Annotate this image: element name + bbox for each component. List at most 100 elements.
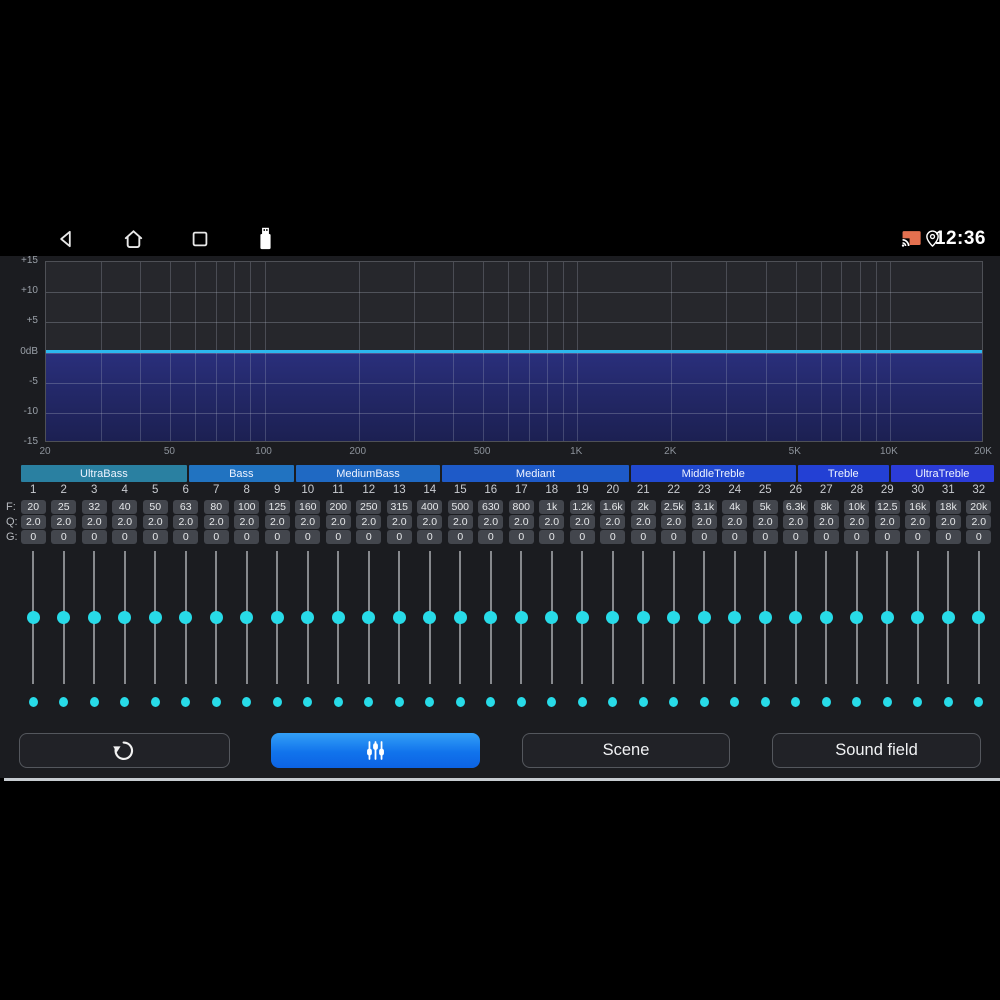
slider-knob[interactable]: [758, 611, 772, 624]
slider-knob[interactable]: [514, 611, 528, 624]
band-gain-slider[interactable]: [628, 551, 659, 684]
band-gain-slider[interactable]: [262, 551, 293, 684]
band-q-value[interactable]: 2.0: [905, 515, 931, 529]
band-select-dot[interactable]: [120, 697, 130, 707]
band-q-value[interactable]: 2.0: [447, 515, 473, 529]
band-q-value[interactable]: 2.0: [874, 515, 900, 529]
eq-response-graph[interactable]: [45, 261, 983, 442]
band-gain-slider[interactable]: [110, 551, 141, 684]
band-q-value[interactable]: 2.0: [661, 515, 687, 529]
slider-knob[interactable]: [57, 611, 71, 624]
back-button[interactable]: [54, 227, 78, 251]
band-gain-slider[interactable]: [567, 551, 598, 684]
band-gain-value[interactable]: 0: [661, 530, 687, 544]
band-select-dot[interactable]: [425, 697, 435, 707]
band-frequency-value[interactable]: 50: [142, 500, 168, 514]
band-select-dot[interactable]: [547, 697, 557, 707]
band-frequency-value[interactable]: 25: [51, 500, 77, 514]
band-gain-slider[interactable]: [232, 551, 263, 684]
band-frequency-value[interactable]: 20k: [966, 500, 992, 514]
band-q-value[interactable]: 2.0: [478, 515, 504, 529]
slider-knob[interactable]: [209, 611, 223, 624]
band-q-value[interactable]: 2.0: [966, 515, 992, 529]
band-frequency-value[interactable]: 32: [81, 500, 107, 514]
band-gain-value[interactable]: 0: [20, 530, 46, 544]
band-gain-value[interactable]: 0: [325, 530, 351, 544]
band-q-value[interactable]: 2.0: [386, 515, 412, 529]
band-gain-slider[interactable]: [750, 551, 781, 684]
band-gain-value[interactable]: 0: [173, 530, 199, 544]
band-gain-value[interactable]: 0: [234, 530, 260, 544]
band-gain-value[interactable]: 0: [966, 530, 992, 544]
band-select-dot[interactable]: [150, 697, 160, 707]
band-gain-slider[interactable]: [781, 551, 812, 684]
band-select-dot[interactable]: [608, 697, 618, 707]
band-select-dot[interactable]: [791, 697, 801, 707]
slider-knob[interactable]: [270, 611, 284, 624]
band-frequency-value[interactable]: 4k: [722, 500, 748, 514]
slider-knob[interactable]: [972, 611, 986, 624]
slider-knob[interactable]: [301, 611, 315, 624]
band-frequency-value[interactable]: 10k: [844, 500, 870, 514]
slider-knob[interactable]: [118, 611, 132, 624]
band-select-dot[interactable]: [699, 697, 709, 707]
band-frequency-value[interactable]: 16k: [905, 500, 931, 514]
band-q-value[interactable]: 2.0: [783, 515, 809, 529]
slider-knob[interactable]: [941, 611, 955, 624]
band-group-bass[interactable]: Bass: [188, 465, 294, 482]
band-gain-slider[interactable]: [171, 551, 202, 684]
band-gain-slider[interactable]: [506, 551, 537, 684]
band-gain-value[interactable]: 0: [539, 530, 565, 544]
band-group-middletreble[interactable]: MiddleTreble: [630, 465, 796, 482]
band-frequency-value[interactable]: 1k: [539, 500, 565, 514]
band-gain-slider[interactable]: [476, 551, 507, 684]
band-select-dot[interactable]: [272, 697, 282, 707]
band-group-ultratreble[interactable]: UltraTreble: [890, 465, 994, 482]
band-gain-value[interactable]: 0: [203, 530, 229, 544]
slider-knob[interactable]: [453, 611, 467, 624]
band-select-dot[interactable]: [181, 697, 191, 707]
slider-knob[interactable]: [26, 611, 40, 624]
slider-knob[interactable]: [911, 611, 925, 624]
band-gain-value[interactable]: 0: [417, 530, 443, 544]
band-select-dot[interactable]: [59, 697, 69, 707]
band-q-value[interactable]: 2.0: [20, 515, 46, 529]
slider-knob[interactable]: [484, 611, 498, 624]
band-select-dot[interactable]: [638, 697, 648, 707]
band-gain-value[interactable]: 0: [51, 530, 77, 544]
band-select-dot[interactable]: [242, 697, 252, 707]
band-frequency-value[interactable]: 3.1k: [691, 500, 717, 514]
band-q-value[interactable]: 2.0: [508, 515, 534, 529]
recents-button[interactable]: [188, 227, 212, 251]
band-frequency-value[interactable]: 5k: [752, 500, 778, 514]
band-gain-slider[interactable]: [964, 551, 995, 684]
band-gain-value[interactable]: 0: [813, 530, 839, 544]
band-gain-slider[interactable]: [659, 551, 690, 684]
scene-button[interactable]: Scene: [522, 733, 730, 768]
band-gain-value[interactable]: 0: [752, 530, 778, 544]
slider-knob[interactable]: [362, 611, 376, 624]
band-gain-value[interactable]: 0: [112, 530, 138, 544]
band-frequency-value[interactable]: 800: [508, 500, 534, 514]
band-gain-slider[interactable]: [872, 551, 903, 684]
band-frequency-value[interactable]: 8k: [813, 500, 839, 514]
band-select-dot[interactable]: [486, 697, 496, 707]
equalizer-tab-button[interactable]: [271, 733, 480, 768]
band-q-value[interactable]: 2.0: [295, 515, 321, 529]
band-group-ultrabass[interactable]: UltraBass: [21, 465, 187, 482]
band-frequency-value[interactable]: 100: [234, 500, 260, 514]
band-select-dot[interactable]: [303, 697, 313, 707]
band-q-value[interactable]: 2.0: [112, 515, 138, 529]
band-gain-value[interactable]: 0: [356, 530, 382, 544]
sound-field-button[interactable]: Sound field: [772, 733, 981, 768]
slider-knob[interactable]: [667, 611, 681, 624]
band-q-value[interactable]: 2.0: [264, 515, 290, 529]
reset-button[interactable]: [19, 733, 230, 768]
band-gain-value[interactable]: 0: [386, 530, 412, 544]
band-select-dot[interactable]: [577, 697, 587, 707]
band-frequency-value[interactable]: 18k: [935, 500, 961, 514]
band-gain-slider[interactable]: [445, 551, 476, 684]
band-gain-slider[interactable]: [293, 551, 324, 684]
band-q-value[interactable]: 2.0: [203, 515, 229, 529]
band-group-treble[interactable]: Treble: [797, 465, 889, 482]
